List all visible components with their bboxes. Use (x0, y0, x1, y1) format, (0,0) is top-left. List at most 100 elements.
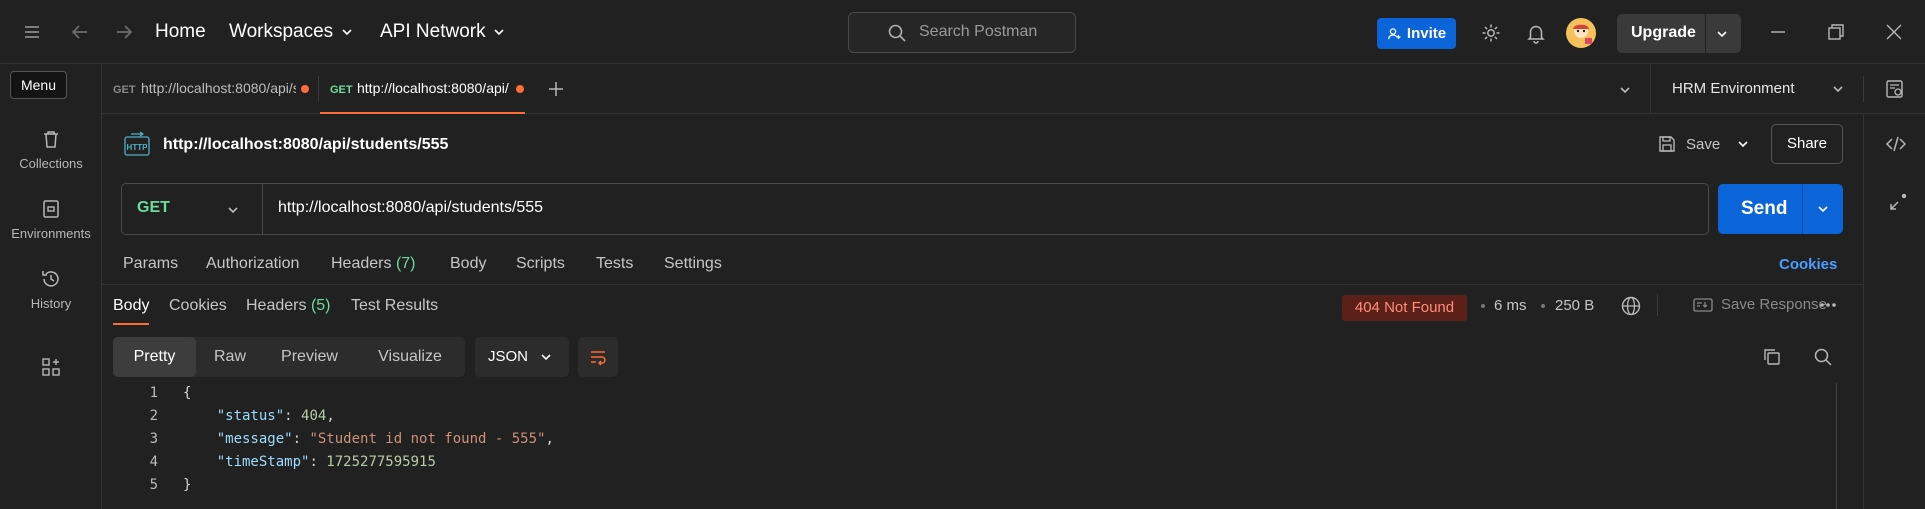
format-label: JSON (488, 348, 529, 365)
new-tab-plus-icon[interactable] (547, 80, 565, 98)
tab-body[interactable]: Body (450, 255, 486, 273)
search-icon (888, 24, 906, 42)
chevron-down-icon[interactable] (1715, 27, 1729, 41)
sidebar-item-collections[interactable]: Collections (0, 128, 102, 171)
related-collections-icon[interactable] (1885, 191, 1909, 215)
left-sidebar: Collections Environments History (0, 64, 102, 509)
json-value: 404 (301, 408, 327, 424)
nav-home[interactable]: Home (155, 21, 206, 43)
meta-divider (1657, 294, 1658, 316)
wrap-lines-icon (591, 351, 606, 366)
invite-button[interactable]: Invite (1377, 18, 1456, 49)
avatar[interactable] (1565, 17, 1597, 49)
tab-headers-label: Headers (331, 255, 392, 272)
chevron-down-icon (494, 29, 504, 36)
chevron-down-icon[interactable] (1816, 202, 1830, 216)
tab-method: GET (113, 84, 136, 96)
code-line: "status": 404, (216, 408, 335, 424)
title-bar: Home Workspaces API Network Search Postm… (0, 0, 1925, 64)
save-options-chevron-icon[interactable] (1736, 137, 1750, 151)
view-raw[interactable]: Raw (196, 337, 264, 377)
restore-window-icon[interactable] (1826, 22, 1846, 42)
brace: } (183, 477, 192, 493)
response-tab-headers-label: Headers (246, 297, 307, 314)
view-preview[interactable]: Preview (264, 337, 355, 377)
send-button[interactable]: Send (1718, 184, 1843, 234)
notification-bell-icon[interactable] (1525, 22, 1547, 44)
nav-api-network[interactable]: API Network (380, 21, 506, 43)
search-response-icon[interactable] (1813, 347, 1833, 367)
response-tab-cookies[interactable]: Cookies (169, 297, 227, 315)
tab-divider (318, 76, 319, 102)
brace: { (183, 385, 192, 401)
response-tab-body[interactable]: Body (113, 297, 149, 315)
url-input[interactable]: http://localhost:8080/api/students/555 (278, 199, 543, 217)
json-key: "message" (216, 431, 293, 447)
json-key: "status" (216, 408, 285, 424)
hamburger-menu-icon[interactable] (22, 22, 42, 42)
minimize-window-icon[interactable] (1768, 22, 1788, 42)
code-line: "timeStamp": 1725277595915 (216, 454, 436, 470)
chevron-down-icon (541, 354, 551, 361)
response-size[interactable]: 250 B (1555, 297, 1594, 314)
response-tab-test-results[interactable]: Test Results (351, 297, 438, 315)
back-arrow-icon[interactable] (69, 21, 91, 43)
more-options-icon[interactable] (1818, 300, 1838, 310)
tabs-overflow-chevron-icon[interactable] (1618, 83, 1632, 97)
sidebar-item-configure[interactable] (0, 356, 102, 384)
add-user-icon (1387, 27, 1401, 39)
tab-headers[interactable]: Headers (7) (331, 255, 416, 273)
response-tab-headers[interactable]: Headers (5) (246, 297, 331, 315)
unsaved-dot (516, 85, 524, 93)
add-grid-icon (42, 358, 60, 376)
upgrade-label: Upgrade (1631, 24, 1696, 41)
environment-quick-look-icon[interactable] (1884, 78, 1906, 100)
sidebar-item-label: Collections (19, 156, 83, 171)
response-time[interactable]: 6 ms (1494, 297, 1527, 314)
code-line: { (183, 385, 191, 401)
upgrade-button[interactable]: Upgrade (1617, 14, 1741, 53)
request-tab-active[interactable]: GET http://localhost:8080/api/students/5… (320, 64, 525, 114)
settings-gear-icon[interactable] (1480, 22, 1502, 44)
tab-scripts[interactable]: Scripts (516, 255, 565, 273)
view-visualize[interactable]: Visualize (355, 337, 465, 377)
nav-workspaces[interactable]: Workspaces (229, 21, 354, 43)
search-input[interactable]: Search Postman (848, 12, 1076, 53)
tab-authorization[interactable]: Authorization (206, 255, 299, 273)
tab-settings[interactable]: Settings (664, 255, 722, 273)
forward-arrow-icon[interactable] (113, 21, 135, 43)
search-placeholder: Search Postman (919, 23, 1038, 40)
vertical-scrollbar[interactable] (1836, 383, 1837, 509)
cookies-link[interactable]: Cookies (1779, 256, 1837, 273)
status-badge[interactable]: 404 Not Found (1342, 295, 1467, 321)
save-response-label: Save Response (1721, 296, 1827, 313)
tab-params[interactable]: Params (123, 255, 178, 273)
invite-label: Invite (1406, 25, 1447, 42)
trash-can-icon (44, 131, 58, 148)
save-response-button[interactable]: Save Response (1693, 296, 1827, 313)
wrap-lines-button[interactable] (578, 337, 618, 377)
code-snippet-icon[interactable] (1885, 133, 1907, 155)
json-comma: , (545, 431, 554, 447)
save-button[interactable]: Save (1657, 134, 1720, 154)
tab-tests[interactable]: Tests (596, 255, 633, 273)
env-divider (1863, 76, 1864, 102)
method-select[interactable]: GET (137, 199, 170, 217)
right-rail (1863, 114, 1925, 509)
network-globe-icon[interactable] (1620, 295, 1642, 317)
sidebar-item-environments[interactable]: Environments (0, 198, 102, 241)
view-pretty[interactable]: Pretty (113, 337, 196, 377)
environment-selector[interactable]: HRM Environment (1650, 64, 1865, 114)
share-button[interactable]: Share (1771, 124, 1843, 164)
copy-icon[interactable] (1762, 347, 1782, 367)
request-tab[interactable]: GET http://localhost:8080/api/students/5… (102, 64, 312, 114)
sidebar-item-history[interactable]: History (0, 268, 102, 311)
sidebar-item-label: Environments (11, 226, 91, 241)
chevron-down-icon[interactable] (226, 203, 240, 217)
url-bar-divider (262, 184, 263, 234)
close-window-icon[interactable] (1884, 22, 1904, 42)
code-line: "message": "Student id not found - 555", (216, 431, 554, 447)
format-select[interactable]: JSON (475, 337, 569, 377)
tab-url: http://localhost:8080/api/students/555 (141, 80, 296, 96)
request-name[interactable]: http://localhost:8080/api/students/555 (163, 136, 448, 154)
